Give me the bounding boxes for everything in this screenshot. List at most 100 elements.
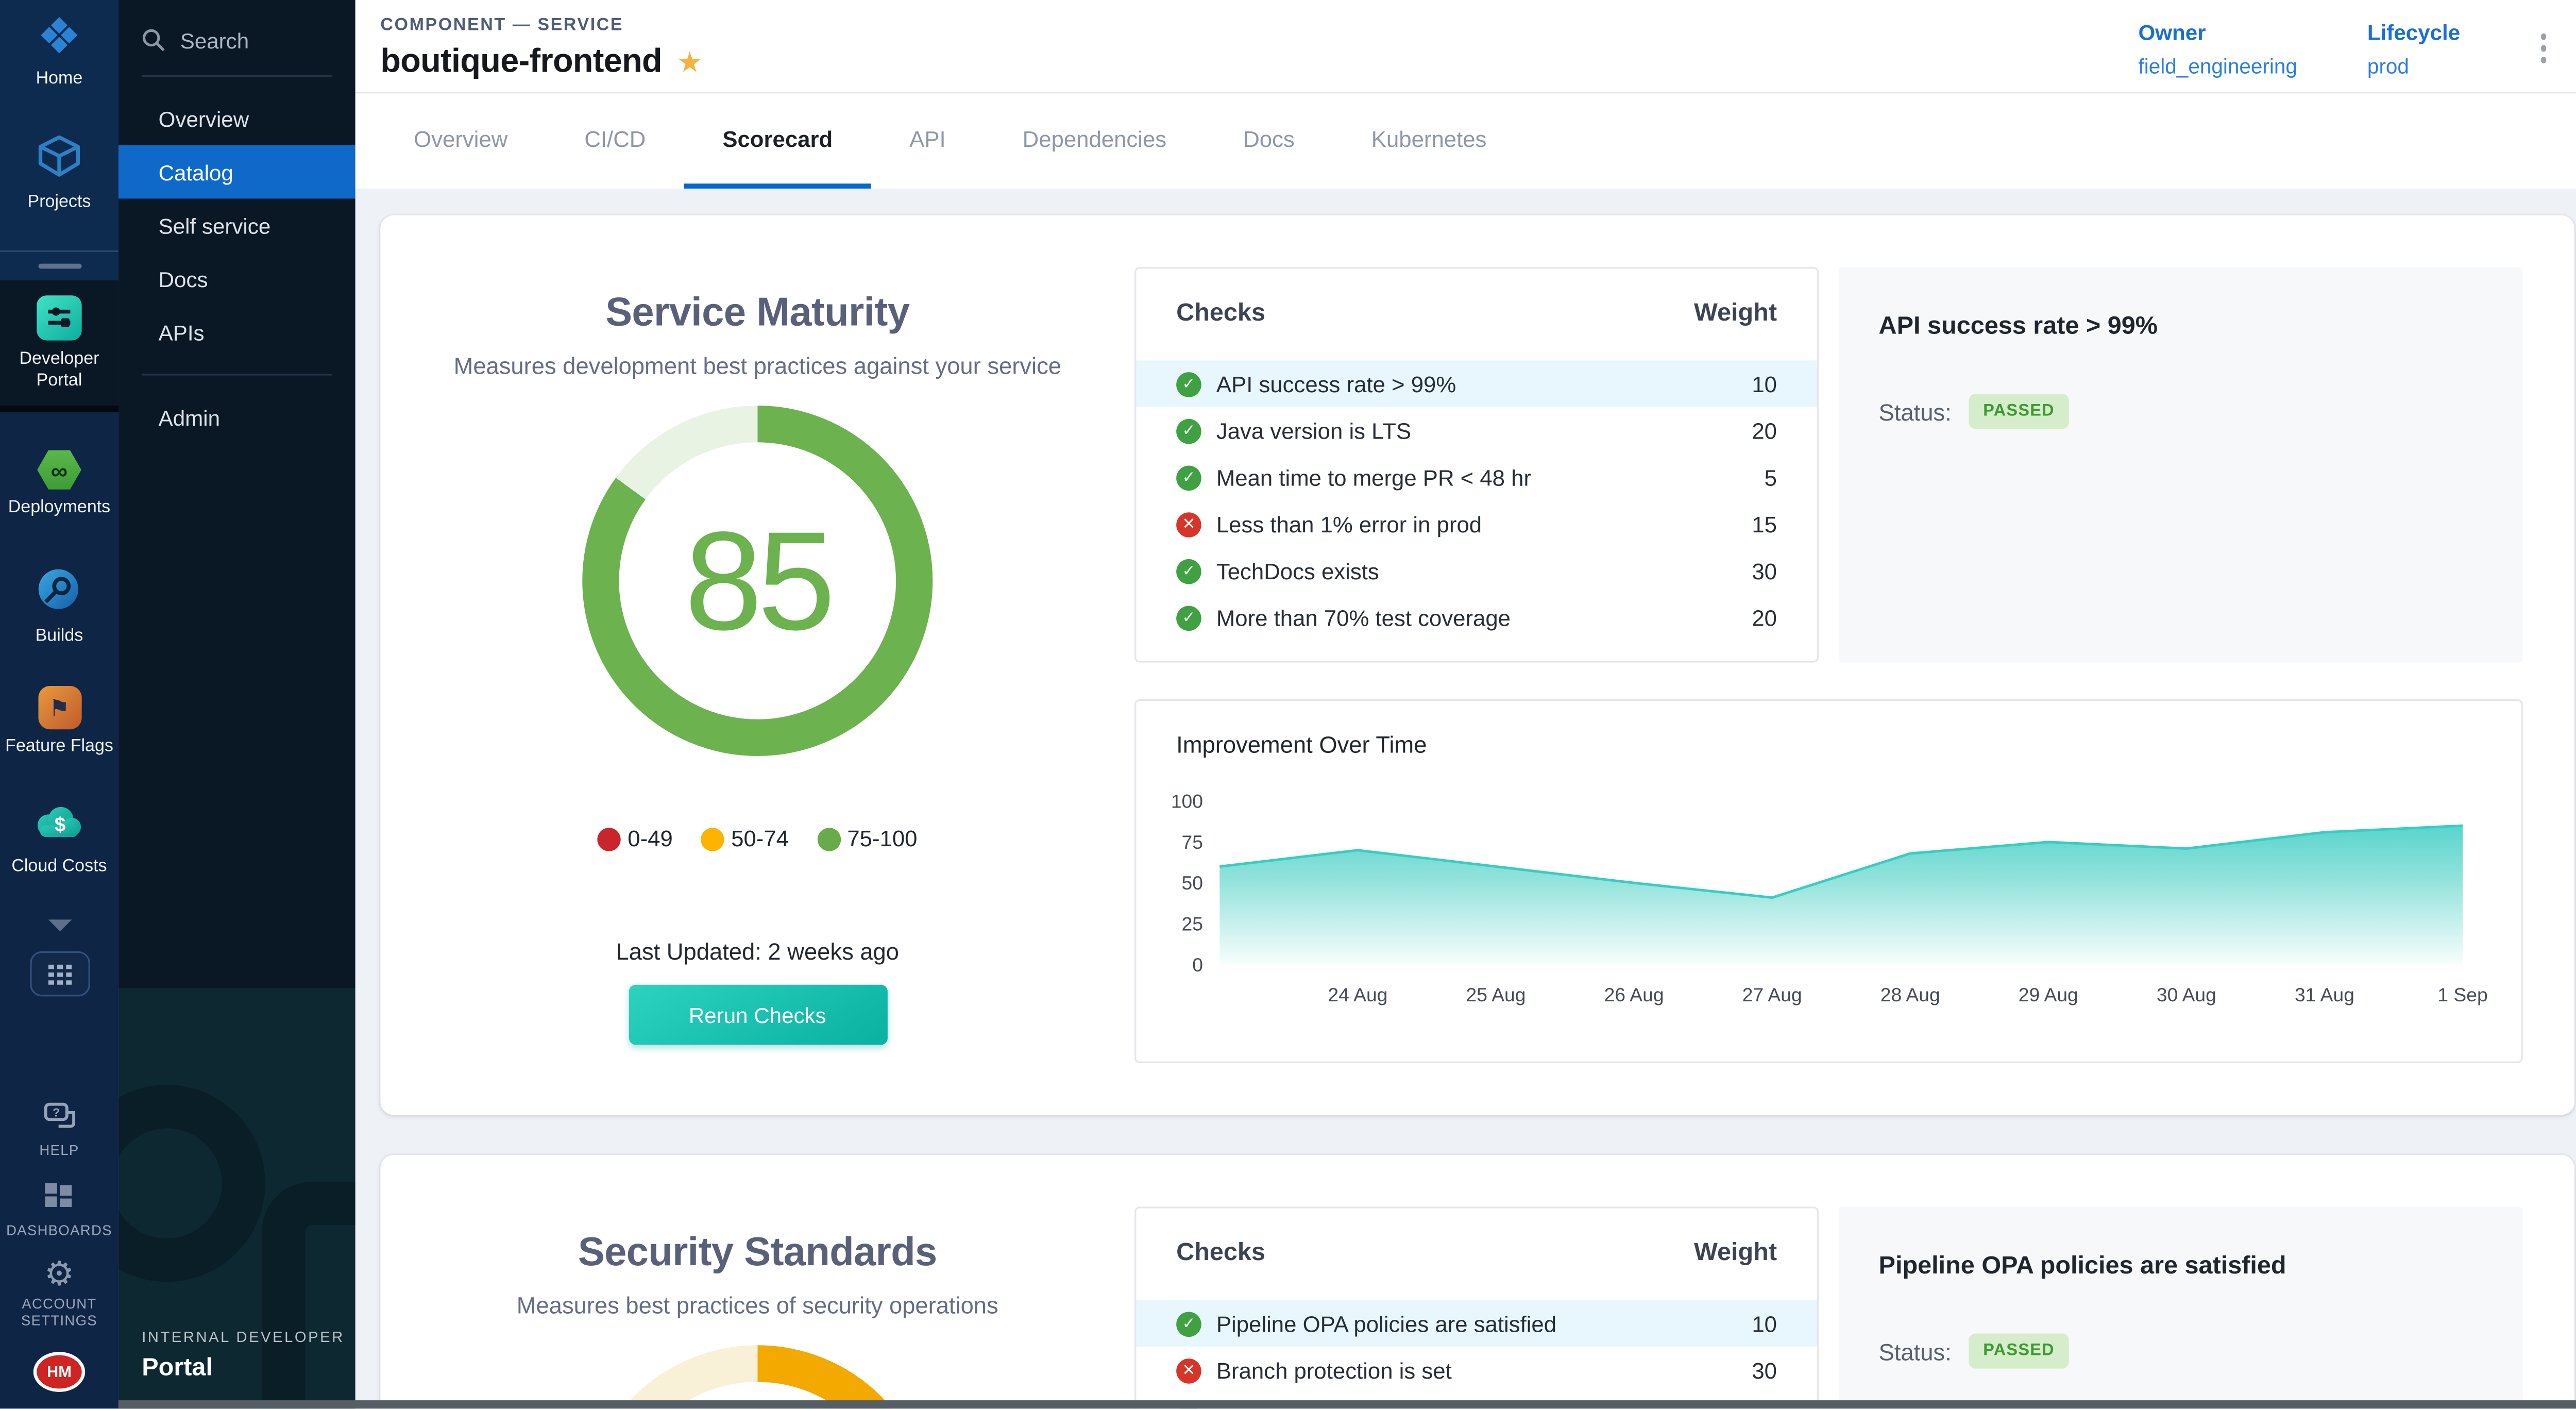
status-label: Status: xyxy=(1879,398,1952,425)
lifecycle-label: Lifecycle xyxy=(2367,20,2460,45)
sidebar-item-admin[interactable]: Admin xyxy=(118,391,355,444)
score-donut-chart xyxy=(582,1345,933,1408)
breadcrumb: COMPONENT — SERVICE xyxy=(380,15,702,35)
rail-item-label: Home xyxy=(36,69,83,89)
check-row[interactable]: ✓More than 70% test coverage20 xyxy=(1136,594,1817,641)
scorecard-subtitle: Measures development best practices agai… xyxy=(380,352,1134,379)
x-axis-tick: 26 Aug xyxy=(1604,984,1664,1005)
favorite-star-icon[interactable]: ★ xyxy=(677,48,702,77)
rail-item-label: Developer Portal xyxy=(4,349,114,390)
check-name: Mean time to merge PR < 48 hr xyxy=(1216,465,1531,490)
y-axis-tick: 0 xyxy=(1192,954,1203,976)
check-pass-icon: ✓ xyxy=(1176,465,1201,490)
rail-item-label: Builds xyxy=(36,626,83,646)
developer-portal-icon xyxy=(37,296,81,341)
rail-item-account-settings[interactable]: ⚙ ACCOUNT SETTINGS xyxy=(4,1261,114,1330)
module-grid-button[interactable] xyxy=(29,951,90,996)
tab-docs[interactable]: Docs xyxy=(1205,93,1333,189)
kebab-menu-icon[interactable] xyxy=(2530,20,2556,63)
check-detail-panel: API success rate > 99% Status: PASSED xyxy=(1839,267,2523,663)
check-weight: 15 xyxy=(1752,512,1777,537)
feature-flags-icon: ⚑ xyxy=(38,686,81,729)
lifecycle-value[interactable]: prod xyxy=(2367,55,2460,78)
rerun-checks-button[interactable]: Rerun Checks xyxy=(628,985,887,1045)
x-axis-tick: 24 Aug xyxy=(1328,984,1387,1005)
rail-collapse-handle[interactable] xyxy=(0,250,118,280)
sidebar-search[interactable]: Search xyxy=(142,20,332,60)
tab-cicd[interactable]: CI/CD xyxy=(546,93,684,189)
x-axis-tick: 29 Aug xyxy=(2019,984,2078,1005)
sidebar-item-self-service[interactable]: Self service xyxy=(118,198,355,252)
tab-overview[interactable]: Overview xyxy=(376,93,546,189)
rail-item-home[interactable]: ❖ Home xyxy=(36,15,83,119)
module-grid-icon xyxy=(46,962,73,985)
sidebar-item-apis[interactable]: APIs xyxy=(118,306,355,359)
entity-header: COMPONENT — SERVICE boutique-frontend ★ … xyxy=(355,0,2576,93)
check-pass-icon: ✓ xyxy=(1176,558,1201,583)
check-weight: 30 xyxy=(1752,558,1777,583)
check-row[interactable]: ✓API success rate > 99%10 xyxy=(1136,361,1817,408)
area-series xyxy=(1219,826,2463,965)
checks-column-header: Checks xyxy=(1176,1238,1265,1267)
owner-label: Owner xyxy=(2139,20,2297,45)
owner-meta: Owner field_engineering xyxy=(2139,20,2297,78)
horizontal-scrollbar[interactable] xyxy=(118,1400,2576,1408)
y-axis-tick: 75 xyxy=(1182,831,1203,853)
legend-item: 75-100 xyxy=(817,826,917,851)
rail-item-deployments[interactable]: ∞ Deployments xyxy=(8,449,110,567)
sidebar-footer: INTERNAL DEVELOPER Portal xyxy=(118,988,355,1408)
rail-item-label: Projects xyxy=(28,192,91,212)
check-pass-icon: ✓ xyxy=(1176,1311,1201,1336)
check-detail-title: Pipeline OPA policies are satisfied xyxy=(1879,1252,2483,1280)
check-name: Pipeline OPA policies are satisfied xyxy=(1216,1311,1556,1336)
rail-item-projects[interactable]: Projects xyxy=(28,135,91,239)
check-row[interactable]: ✕Branch protection is set30 xyxy=(1136,1347,1817,1394)
dashboards-icon xyxy=(44,1181,74,1216)
rail-item-cloud-costs[interactable]: $ Cloud Costs xyxy=(11,804,107,923)
x-axis-tick: 31 Aug xyxy=(2295,984,2354,1005)
check-detail-panel: Pipeline OPA policies are satisfied Stat… xyxy=(1839,1206,2523,1408)
check-weight: 20 xyxy=(1752,605,1777,630)
x-axis-tick: 1 Sep xyxy=(2437,984,2487,1005)
legend-dot-red xyxy=(598,827,621,850)
rail-item-help[interactable]: ? HELP xyxy=(39,1101,79,1160)
owner-link[interactable]: field_engineering xyxy=(2139,55,2297,78)
sidebar-item-catalog[interactable]: Catalog xyxy=(118,145,355,199)
score-legend: 0-49 50-74 75-100 xyxy=(380,826,1134,851)
user-avatar[interactable]: HM xyxy=(33,1352,85,1392)
svg-text:$: $ xyxy=(55,814,66,836)
check-row[interactable]: ✓Java version is LTS20 xyxy=(1136,407,1817,454)
chevron-down-icon[interactable] xyxy=(47,919,71,931)
sidebar-divider xyxy=(142,75,332,77)
sidebar-item-overview[interactable]: Overview xyxy=(118,92,355,145)
rail-item-dashboards[interactable]: DASHBOARDS xyxy=(6,1181,112,1239)
tab-dependencies[interactable]: Dependencies xyxy=(984,93,1205,189)
rail-item-builds[interactable]: Builds xyxy=(36,567,83,686)
check-row[interactable]: ✓Mean time to merge PR < 48 hr5 xyxy=(1136,454,1817,501)
check-name: Java version is LTS xyxy=(1216,418,1411,443)
lifecycle-meta: Lifecycle prod xyxy=(2367,20,2460,78)
check-weight: 10 xyxy=(1752,372,1777,397)
tab-api[interactable]: API xyxy=(871,93,984,189)
check-row[interactable]: ✕Less than 1% error in prod15 xyxy=(1136,501,1817,548)
sidebar-item-docs[interactable]: Docs xyxy=(118,252,355,306)
legend-item: 50-74 xyxy=(701,826,789,851)
sidebar-divider xyxy=(142,374,332,375)
tab-scorecard[interactable]: Scorecard xyxy=(684,93,871,189)
service-maturity-card: Service Maturity Measures development be… xyxy=(380,215,2574,1115)
check-name: More than 70% test coverage xyxy=(1216,605,1511,630)
check-fail-icon: ✕ xyxy=(1176,1358,1201,1383)
security-standards-card: Security Standards Measures best practic… xyxy=(380,1155,2574,1408)
rail-item-label: Deployments xyxy=(8,497,110,517)
rail-item-developer-portal[interactable]: Developer Portal xyxy=(0,280,118,412)
tab-kubernetes[interactable]: Kubernetes xyxy=(1333,93,1525,189)
weight-column-header: Weight xyxy=(1694,299,1777,327)
drag-pill-icon xyxy=(38,264,81,269)
check-row[interactable]: ✓TechDocs exists30 xyxy=(1136,547,1817,594)
score-value: 85 xyxy=(582,406,933,756)
rail-item-feature-flags[interactable]: ⚑ Feature Flags xyxy=(5,686,113,804)
check-name: Less than 1% error in prod xyxy=(1216,512,1482,537)
check-detail-title: API success rate > 99% xyxy=(1879,312,2483,341)
check-row[interactable]: ✓Pipeline OPA policies are satisfied10 xyxy=(1136,1300,1817,1347)
check-weight: 20 xyxy=(1752,418,1777,443)
